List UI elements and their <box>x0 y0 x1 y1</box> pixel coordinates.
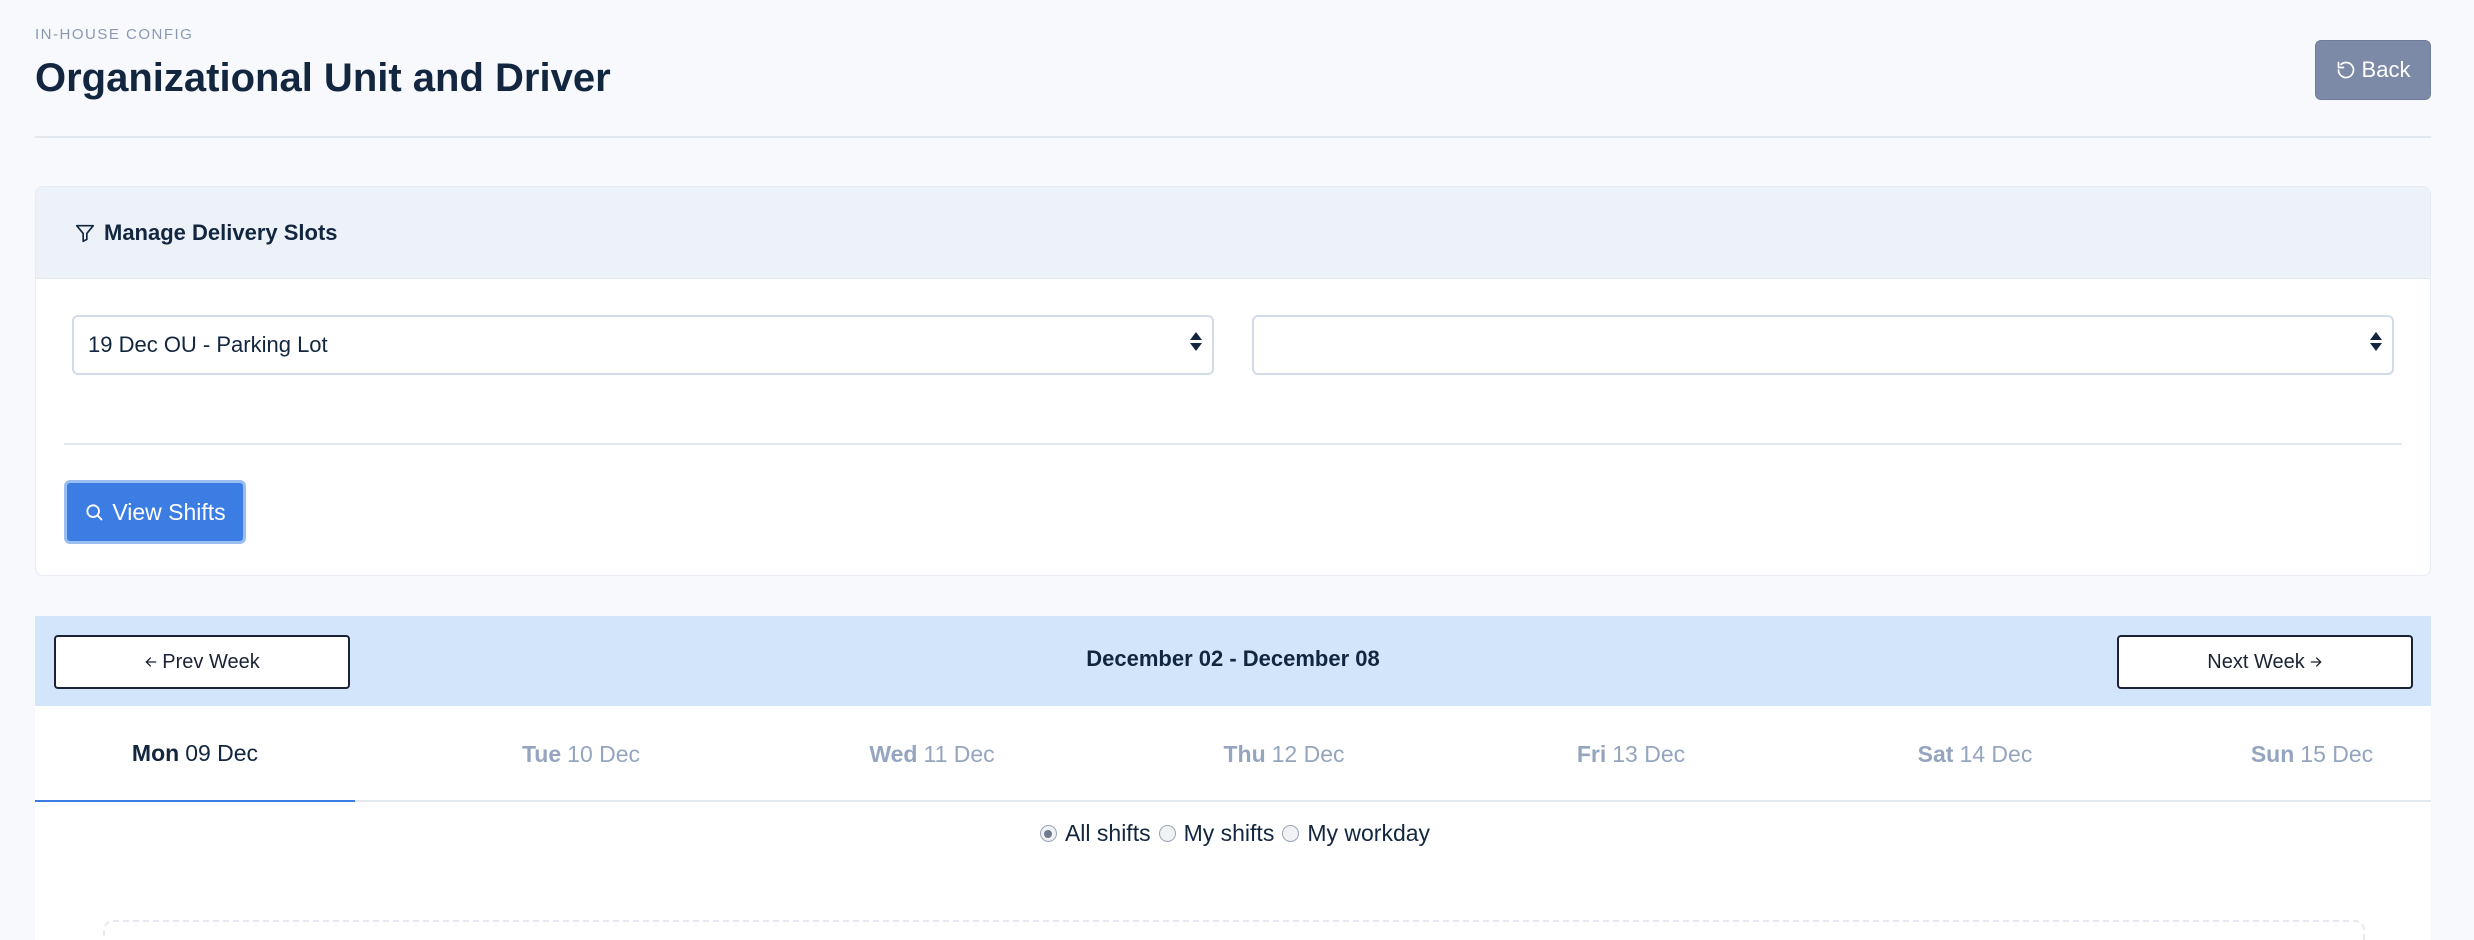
tab-day-wed[interactable]: Wed 11 Dec <box>772 706 1092 802</box>
day-name: Wed <box>869 740 918 767</box>
radio-my-workday-label: My workday <box>1307 820 1431 846</box>
day-date: 09 Dec <box>185 739 259 766</box>
radio-my-workday[interactable] <box>1282 825 1300 842</box>
header-divider <box>35 136 2431 138</box>
back-button-label: Back <box>2361 57 2411 82</box>
day-name: Sun <box>2250 740 2295 767</box>
shift-content: All shifts My shifts My workday <box>35 802 2431 940</box>
day-date: 15 Dec <box>2300 740 2374 767</box>
day-tabs: Mon 09 Dec Tue 10 Dec Wed 11 Dec Thu 12 Dec … <box>35 706 2431 803</box>
radio-all-shifts[interactable] <box>1039 825 1057 842</box>
page-pretitle: IN-HOUSE CONFIG <box>35 26 194 43</box>
shift-placeholder-area <box>103 920 2365 940</box>
day-name: Tue <box>521 740 562 767</box>
next-week-button[interactable]: Next Week <box>2117 635 2413 689</box>
day-date: 13 Dec <box>1612 740 1686 767</box>
undo-icon <box>2337 61 2354 79</box>
tab-day-mon[interactable]: Mon 09 Dec <box>35 706 355 803</box>
day-name: Mon <box>131 739 180 766</box>
radio-all-shifts-label: All shifts <box>1064 820 1151 846</box>
back-button[interactable]: Back <box>2315 40 2431 100</box>
tab-day-sat[interactable]: Sat 14 Dec <box>1815 706 2135 802</box>
tab-day-tue[interactable]: Tue 10 Dec <box>421 706 741 802</box>
view-shifts-label: View Shifts <box>112 498 226 525</box>
day-name: Thu <box>1223 740 1266 767</box>
day-name: Fri <box>1576 740 1607 767</box>
day-date: 14 Dec <box>1959 740 2033 767</box>
driver-select[interactable] <box>1252 315 2394 375</box>
org-unit-select[interactable]: 19 Dec OU - Parking Lot <box>72 315 1214 375</box>
day-date: 12 Dec <box>1271 740 1345 767</box>
radio-my-shifts[interactable] <box>1158 825 1176 842</box>
radio-my-shifts-label: My shifts <box>1183 820 1275 846</box>
tab-day-sun[interactable]: Sun 15 Dec <box>2152 706 2472 802</box>
page-title: Organizational Unit and Driver <box>35 56 611 100</box>
filter-card-header: Manage Delivery Slots <box>36 187 2430 279</box>
week-range: December 02 - December 08 <box>1086 646 1380 671</box>
day-name: Sat <box>1917 740 1954 767</box>
tab-day-thu[interactable]: Thu 12 Dec <box>1124 706 1444 802</box>
tab-day-fri[interactable]: Fri 13 Dec <box>1471 706 1791 802</box>
arrow-right-icon <box>2310 657 2322 667</box>
filter-icon <box>75 224 95 242</box>
shift-filter-radios: All shifts My shifts My workday <box>35 820 2431 847</box>
select-caret-icon <box>1190 332 1202 351</box>
org-unit-select-value: 19 Dec OU - Parking Lot <box>88 332 328 357</box>
next-week-label: Next Week <box>2207 650 2305 673</box>
view-shifts-button[interactable]: View Shifts <box>64 480 246 544</box>
card-divider <box>64 443 2402 445</box>
filter-card: Manage Delivery Slots 19 Dec OU - Parkin… <box>35 186 2431 576</box>
filter-card-title: Manage Delivery Slots <box>104 219 338 245</box>
select-caret-icon <box>2370 332 2382 351</box>
day-date: 10 Dec <box>567 740 641 767</box>
week-navigation: Prev Week December 02 - December 08 Next… <box>35 616 2431 706</box>
day-date: 11 Dec <box>923 740 995 767</box>
search-icon <box>86 504 103 521</box>
